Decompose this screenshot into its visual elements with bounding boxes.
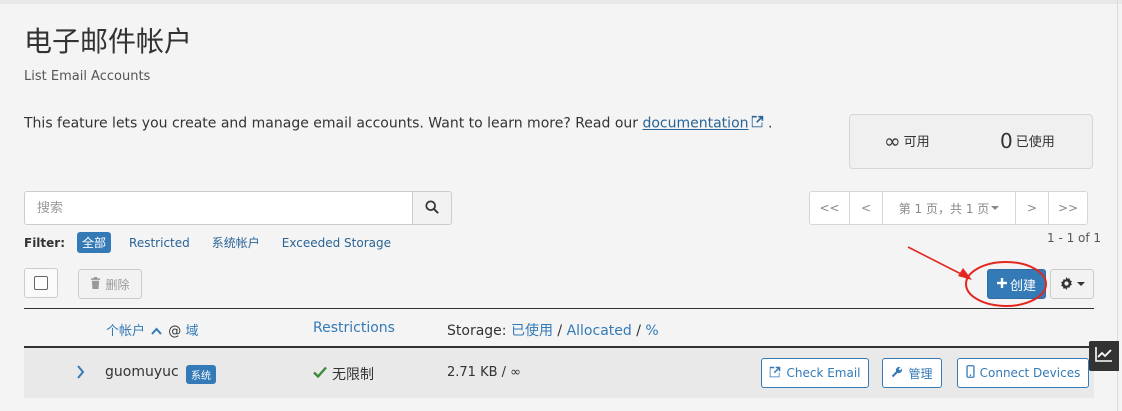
plus-icon [996,277,1007,292]
filter-label: Filter: [24,235,66,250]
filter-restricted[interactable]: Restricted [129,236,190,250]
prev-page-button[interactable]: < [849,191,883,225]
sort-percent-link[interactable]: % [645,323,658,339]
at-sign: @ [168,324,182,339]
page-subtitle: List Email Accounts [24,69,151,84]
create-button[interactable]: 创建 [987,269,1046,299]
sort-account-link[interactable]: 个帐户 [106,324,145,339]
connect-devices-label: Connect Devices [979,366,1081,380]
stat-used: 0 已使用 [1000,129,1055,153]
chevron-down-icon [1076,282,1085,286]
connect-devices-button[interactable]: Connect Devices [957,358,1089,388]
available-label: 可用 [903,135,930,150]
used-label: 已使用 [1015,135,1055,150]
system-badge: 系统 [186,365,216,384]
search-icon [425,199,439,218]
search-button[interactable] [412,191,452,225]
storage-separator: / [552,323,567,339]
last-page-button[interactable]: >> [1048,191,1088,225]
sort-used-link[interactable]: 已使用 [511,323,553,339]
filter-all[interactable]: 全部 [77,232,112,253]
storage-usage: 2.71 KB / ∞ [447,365,521,380]
page-title: 电子邮件帐户 [24,25,193,58]
wrench-icon [891,366,903,381]
result-range: 1 - 1 of 1 [1047,231,1102,245]
sort-allocated-link[interactable]: Allocated [567,323,632,339]
delete-label: 删除 [105,277,130,292]
filter-bar: Filter: 全部 Restricted 系统帐户 Exceeded Stor… [24,232,413,253]
mobile-phone-icon [966,365,975,381]
search-bar [24,191,452,225]
page-select-label: 第 1 页，共 1 页 [898,201,990,216]
delete-button[interactable]: 删除 [78,269,142,299]
check-email-button[interactable]: Check Email [761,358,869,388]
available-value: ∞ [884,129,901,153]
top-bar [0,0,1122,4]
quota-stats: ∞ 可用 0 已使用 [849,114,1093,169]
checkbox-icon [34,276,48,290]
settings-dropdown-button[interactable] [1050,269,1094,299]
external-link-icon [769,366,781,381]
intro-trailing: . [767,115,773,132]
documentation-link[interactable]: documentation [642,116,748,132]
first-page-button[interactable]: << [809,191,850,225]
annotation-arrow-head [958,268,972,280]
column-header-restrictions[interactable]: Restrictions [313,320,395,336]
column-header-storage: Storage: 已使用 / Allocated / % [447,320,659,340]
check-email-label: Check Email [786,366,861,380]
intro-text: This feature lets you create and manage … [24,115,772,132]
trash-icon [90,276,101,292]
restriction-status: 无限制 [313,364,374,384]
intro-sentence: This feature lets you create and manage … [24,115,643,132]
filter-exceeded-storage[interactable]: Exceeded Storage [282,236,391,250]
restriction-label: 无限制 [332,367,374,383]
next-page-button[interactable]: > [1015,191,1049,225]
annotation-arrow-line [907,246,966,277]
sort-domain-link[interactable]: 域 [185,324,198,339]
manage-label: 管理 [908,366,933,381]
page-select[interactable]: 第 1 页，共 1 页 [882,191,1016,225]
sort-ascending-icon [151,324,162,339]
search-input[interactable] [24,191,413,225]
chevron-down-icon [991,206,1000,210]
filter-system-accounts[interactable]: 系统帐户 [212,234,260,251]
pagination: << < 第 1 页，共 1 页 > >> [809,191,1088,225]
column-header-account: 个帐户 @ 域 [106,320,198,339]
check-icon [313,366,327,382]
select-all-checkbox[interactable] [24,268,58,298]
chevron-right-icon [76,364,85,383]
stat-available: ∞ 可用 [884,129,930,153]
gear-icon [1060,275,1073,294]
storage-prefix: Storage: [447,323,511,339]
account-name: guomuyuc [105,364,179,380]
table-top-border [24,308,1094,309]
stats-widget-button[interactable] [1089,341,1119,371]
manage-button[interactable]: 管理 [882,358,942,388]
trend-chart-icon [1095,346,1113,366]
create-label: 创建 [1009,278,1036,294]
used-value: 0 [1000,129,1013,153]
external-link-icon [751,115,764,132]
expand-row-button[interactable] [76,364,85,383]
storage-separator-2: / [631,323,646,339]
